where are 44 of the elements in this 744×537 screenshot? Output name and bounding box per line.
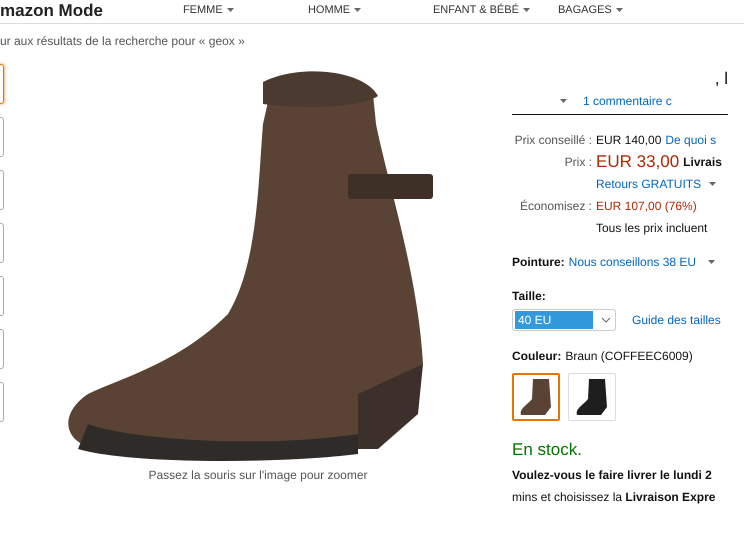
nav-menu-item[interactable]: HOMME bbox=[308, 5, 350, 16]
stock-status: En stock. bbox=[512, 438, 583, 460]
delivery-offer: Voulez-vous le faire livrer le lundi 2 bbox=[512, 467, 713, 484]
sale-price: EUR 33,00 bbox=[596, 152, 680, 170]
price-label: Économisez : bbox=[518, 198, 593, 214]
product-title: , l bbox=[714, 68, 728, 90]
thumbnail[interactable] bbox=[0, 223, 4, 263]
thumbnail[interactable] bbox=[0, 117, 4, 157]
nav-menu-item[interactable]: ENFANT & BÉBÉ bbox=[432, 5, 519, 16]
caret-icon[interactable] bbox=[708, 260, 716, 264]
nav-menu-item[interactable]: BAGAGES bbox=[558, 5, 612, 16]
size-label: Taille: bbox=[512, 288, 547, 304]
nav-menu-item[interactable]: FEMME bbox=[182, 5, 223, 16]
color-value: Braun (COFFEEC6009) bbox=[565, 348, 693, 364]
thumbnail[interactable] bbox=[0, 276, 4, 316]
review-count-link[interactable]: 1 commentaire c bbox=[583, 92, 672, 110]
fit-advice-link[interactable]: Nous conseillons 38 EU bbox=[568, 252, 696, 270]
thumbnail[interactable] bbox=[0, 382, 4, 422]
thumbnail[interactable] bbox=[0, 64, 4, 104]
free-returns-link[interactable]: Retours GRATUITS bbox=[596, 174, 702, 192]
list-price: EUR 140,00 bbox=[596, 132, 662, 148]
price-label: Prix : bbox=[564, 154, 593, 170]
caret-icon[interactable] bbox=[560, 98, 567, 102]
fit-label: Pointure: bbox=[512, 254, 565, 270]
caret-icon[interactable] bbox=[354, 8, 362, 12]
thumbnail[interactable] bbox=[0, 329, 4, 369]
color-label: Couleur: bbox=[512, 348, 562, 364]
color-swatch[interactable] bbox=[512, 372, 560, 420]
size-guide-link[interactable]: Guide des tailles bbox=[632, 310, 721, 328]
caret-icon[interactable] bbox=[522, 8, 530, 12]
info-link[interactable]: De quoi s bbox=[665, 130, 716, 148]
caret-icon[interactable] bbox=[709, 182, 716, 186]
chevron-icon bbox=[601, 316, 611, 322]
store-logo[interactable]: mazon Mode bbox=[0, 2, 103, 19]
caret-icon[interactable] bbox=[226, 8, 234, 12]
savings-amount: EUR 107,00 (76%) bbox=[596, 198, 697, 214]
breadcrumb-link[interactable]: ur aux résultats de la recherche pour « geox » bbox=[0, 34, 245, 48]
price-label: Prix conseillé : bbox=[514, 132, 593, 148]
zoom-hint: Passez la souris sur l'image pour zoomer bbox=[148, 467, 368, 484]
delivery-text: Livrais bbox=[683, 154, 722, 170]
caret-icon[interactable] bbox=[616, 8, 623, 12]
express-offer: mins et choisissez la Livraison Expre bbox=[512, 489, 716, 506]
thumbnail[interactable] bbox=[0, 170, 4, 210]
tax-note: Tous les prix incluent bbox=[596, 220, 708, 236]
